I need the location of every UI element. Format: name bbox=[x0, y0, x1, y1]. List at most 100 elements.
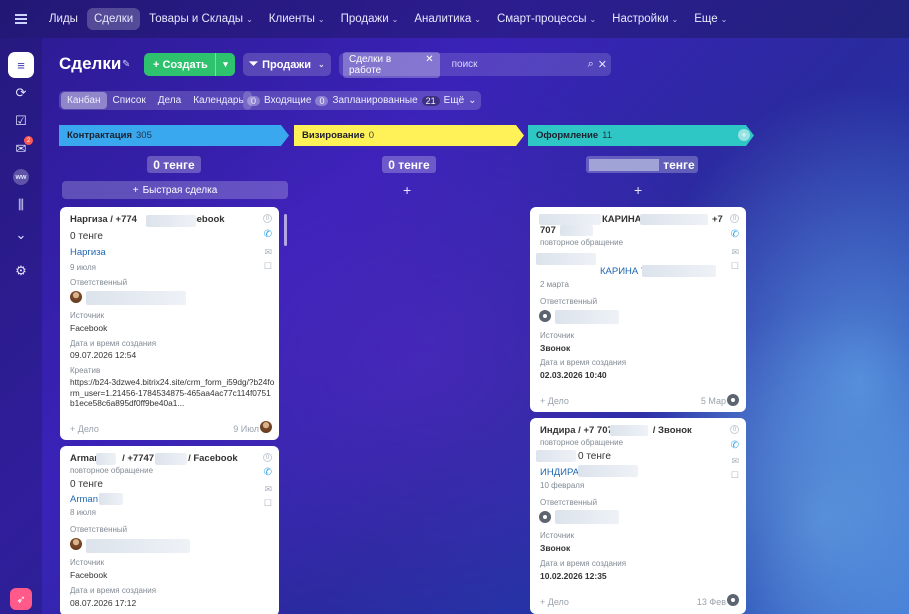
chevron-down-icon[interactable]: ⌄ bbox=[8, 222, 34, 248]
notification-badge: 2 bbox=[24, 136, 33, 145]
chevron-down-icon[interactable]: ▾ bbox=[215, 53, 235, 76]
stage-header[interactable]: Контрактация 305 bbox=[59, 125, 289, 146]
chevron-down-icon: ⌄ bbox=[246, 15, 253, 24]
page-title: Сделки bbox=[59, 54, 122, 73]
counter-badge: 0 bbox=[247, 95, 261, 106]
chat-icon[interactable]: ☐ bbox=[731, 261, 739, 272]
avatar[interactable] bbox=[70, 538, 82, 550]
mail-icon[interactable]: ✉ bbox=[731, 456, 739, 467]
left-rail: ≡ ⟳ ☑ ✉ 2 ww ⫼ ⌄ ⚙ ➶ bbox=[0, 38, 42, 614]
chat-icon[interactable]: ☐ bbox=[264, 498, 272, 509]
chevron-down-icon: ⌄ bbox=[317, 15, 325, 24]
search-input[interactable] bbox=[439, 59, 584, 70]
mail-icon[interactable]: ✉ bbox=[264, 484, 272, 495]
search-icon[interactable]: ⌕ bbox=[588, 58, 594, 71]
view-tab-3[interactable]: Календарь bbox=[187, 92, 249, 109]
contact-link[interactable]: ИНДИРА bbox=[540, 467, 579, 478]
phone-icon[interactable]: ✆ bbox=[264, 229, 272, 240]
counter-indicator: 0 bbox=[730, 214, 739, 223]
nav-item-1[interactable]: Сделки bbox=[86, 8, 141, 30]
nav-item-7[interactable]: Настройки ⌄ bbox=[605, 8, 685, 30]
counter-indicator: 0 bbox=[263, 214, 272, 223]
mail-icon[interactable]: ✉ bbox=[731, 247, 739, 258]
pipeline-select[interactable]: ⏷ Продажи ⌄ bbox=[243, 53, 331, 76]
chevron-down-icon: ⌄ bbox=[317, 60, 325, 69]
chevron-down-icon[interactable]: ⌄ bbox=[468, 95, 476, 106]
stage-header[interactable]: Оформление 11 bbox=[528, 125, 754, 146]
deal-card[interactable]: КАРИНА +7 707 0 повторное обращение ✆ ✉ … bbox=[530, 207, 746, 412]
contact-link[interactable]: КАРИНА Т bbox=[600, 266, 647, 277]
search-box[interactable]: Сделки в работе✕ ⌕ ✕ bbox=[339, 51, 611, 78]
stage-column-approval: Визирование 0 0 тенге + bbox=[294, 125, 524, 198]
contact-link[interactable]: Arman bbox=[70, 494, 98, 505]
responsible-name bbox=[86, 291, 186, 305]
deal-card[interactable]: Arman / +7747/ Facebook 0 повторное обращ… bbox=[60, 446, 279, 614]
avatar[interactable] bbox=[260, 421, 272, 433]
view-tab-2[interactable]: Дела bbox=[152, 92, 187, 109]
nav-item-4[interactable]: Продажи ⌄ bbox=[334, 8, 406, 30]
nav-item-2[interactable]: Товары и Склады ⌄ bbox=[142, 8, 260, 30]
phone-icon[interactable]: ✆ bbox=[264, 467, 272, 478]
ww-icon[interactable]: ww bbox=[8, 164, 34, 190]
nav-item-3[interactable]: Клиенты ⌄ bbox=[262, 8, 332, 30]
top-bar: Лиды Сделки Товары и Склады ⌄ Клиенты ⌄ Продаж… bbox=[0, 0, 909, 38]
counter-label[interactable]: Запланированные bbox=[332, 95, 417, 106]
nav-item-6[interactable]: Смарт-процессы ⌄ bbox=[490, 8, 603, 30]
library-icon[interactable]: ⫼ bbox=[8, 192, 34, 218]
crm-nodes-icon[interactable]: ⟳ bbox=[8, 80, 34, 106]
avatar[interactable] bbox=[539, 511, 551, 523]
avatar[interactable] bbox=[539, 310, 551, 322]
activity-counters: 0 Входящие 0 Запланированные 21 Ещё ⌄ bbox=[243, 91, 481, 110]
counter-badge: 21 bbox=[421, 95, 440, 106]
nav-item-8[interactable]: Еще ⌄ bbox=[687, 8, 734, 30]
add-deal-plus-icon[interactable]: + bbox=[403, 182, 411, 198]
responsible-name bbox=[555, 310, 619, 324]
avatar[interactable] bbox=[70, 291, 82, 303]
menu-icon[interactable] bbox=[0, 0, 42, 38]
create-button[interactable]: + Создать ▾ bbox=[144, 53, 235, 76]
chat-icon[interactable]: ☐ bbox=[731, 470, 739, 481]
add-activity[interactable]: + Дело bbox=[540, 396, 569, 406]
rocket-icon[interactable]: ➶ bbox=[10, 588, 32, 610]
responsible-name bbox=[555, 510, 619, 524]
deal-card[interactable]: Наргиза / +774/ Facebook 0 0 тенге ✆ Нар… bbox=[60, 207, 279, 440]
chat-icon[interactable]: ☐ bbox=[264, 261, 272, 272]
counter-label[interactable]: Ещё bbox=[444, 95, 464, 106]
counter-badge: 0 bbox=[315, 95, 329, 106]
filter-lines-icon[interactable]: ≡ bbox=[8, 52, 34, 78]
contact-link[interactable]: Наргиза bbox=[70, 247, 106, 258]
add-activity[interactable]: + Дело bbox=[70, 424, 99, 434]
quick-deal-button[interactable]: + Быстрая сделка bbox=[62, 181, 288, 199]
chevron-down-icon: ⌄ bbox=[589, 15, 597, 24]
mail-icon[interactable]: ✉ bbox=[264, 247, 272, 258]
stage-sum: 0 тенге bbox=[382, 156, 436, 173]
settings-gear-icon[interactable]: ⚙ bbox=[8, 258, 34, 284]
deal-card[interactable]: Индира / +7 707/ Звонок 0 повторное обра… bbox=[530, 418, 746, 614]
filter-chip[interactable]: Сделки в работе ✕ bbox=[343, 51, 440, 78]
view-tab-1[interactable]: Список bbox=[107, 92, 152, 109]
avatar[interactable] bbox=[727, 594, 739, 606]
chevron-down-icon: ⌄ bbox=[391, 15, 399, 24]
stage-column-contract: Контрактация 305 0 тенге + Быстрая сделка bbox=[59, 125, 289, 199]
view-tab-0[interactable]: Канбан bbox=[61, 92, 107, 109]
counter-label[interactable]: Входящие bbox=[264, 95, 311, 106]
add-deal-plus-icon[interactable]: + bbox=[634, 182, 642, 198]
phone-icon[interactable]: ✆ bbox=[731, 440, 739, 451]
nav-item-5[interactable]: Аналитика ⌄ bbox=[407, 8, 488, 30]
messenger-icon[interactable]: ✉ 2 bbox=[8, 136, 34, 162]
view-switcher: Канбан Список Дела Календарь bbox=[59, 91, 252, 110]
add-activity[interactable]: + Дело bbox=[540, 597, 569, 607]
chevron-down-icon: ⌄ bbox=[671, 15, 679, 24]
nav-item-0[interactable]: Лиды bbox=[42, 8, 85, 30]
avatar[interactable] bbox=[727, 394, 739, 406]
stage-header[interactable]: Визирование 0 bbox=[294, 125, 524, 146]
scrollbar[interactable] bbox=[284, 214, 287, 246]
phone-icon[interactable]: ✆ bbox=[731, 229, 739, 240]
counter-indicator: 0 bbox=[730, 425, 739, 434]
pin-icon[interactable]: ✎ bbox=[122, 59, 130, 70]
close-icon[interactable]: ✕ bbox=[598, 58, 607, 71]
add-stage-icon[interactable]: + bbox=[738, 129, 750, 141]
close-icon[interactable]: ✕ bbox=[425, 54, 433, 76]
funnel-icon: ⏷ bbox=[249, 58, 259, 70]
tasks-check-icon[interactable]: ☑ bbox=[8, 108, 34, 134]
